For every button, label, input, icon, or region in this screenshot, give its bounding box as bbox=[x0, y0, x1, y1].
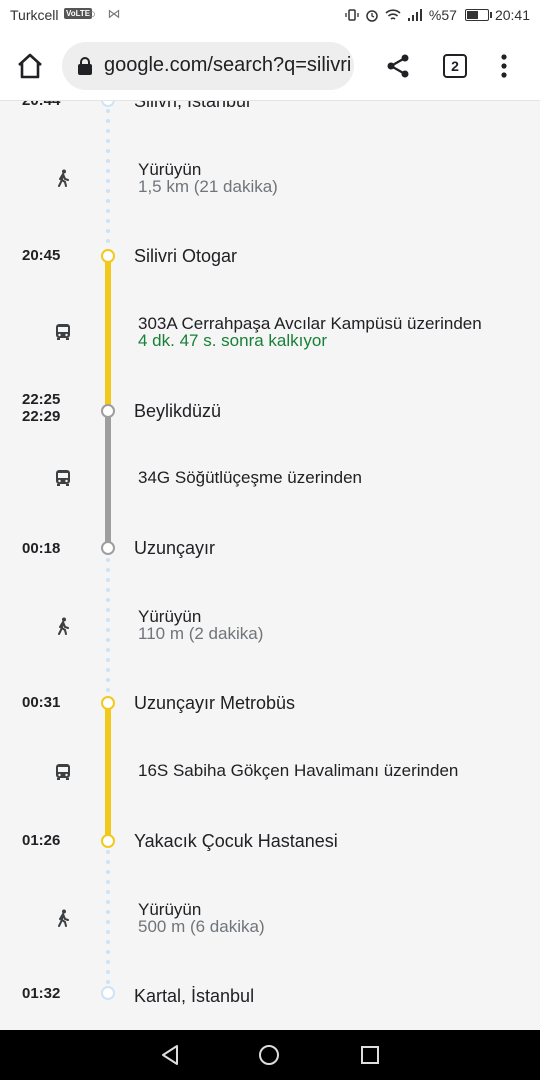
status-right: %57 20:41 bbox=[345, 7, 530, 23]
stop-2-depart-time: 22:29 bbox=[22, 408, 61, 425]
stop-5-place[interactable]: Yakacık Çocuk Hastanesi bbox=[134, 831, 338, 852]
bus-line-34g bbox=[105, 414, 111, 550]
status-bar: Turkcell VoLTE ○ ⋈ %57 20:41 bbox=[0, 0, 540, 32]
stop-5-node bbox=[101, 834, 115, 848]
notification-icons: ○ ⋈ bbox=[88, 6, 125, 21]
bus-line-16s bbox=[105, 706, 111, 840]
stop-1-place[interactable]: Silivri Otogar bbox=[134, 246, 237, 267]
walk-2-detail: 110 m (2 dakika) bbox=[138, 624, 264, 643]
bus-icon bbox=[56, 470, 70, 486]
stop-4-node bbox=[101, 696, 115, 710]
battery-percent: %57 bbox=[428, 7, 457, 23]
end-time: 01:32 bbox=[22, 985, 61, 1002]
end-place[interactable]: Kartal, İstanbul bbox=[134, 986, 254, 1007]
battery-icon bbox=[464, 9, 492, 21]
bus-3-title[interactable]: 16S Sabiha Gökçen Havalimanı üzerinden bbox=[138, 761, 458, 781]
home-nav-icon[interactable] bbox=[258, 1044, 280, 1066]
walk-icon bbox=[58, 617, 69, 635]
walk-1-detail: 1,5 km (21 dakika) bbox=[138, 177, 278, 196]
bus-2-title[interactable]: 34G Söğütlüçeşme üzerinden bbox=[138, 468, 362, 488]
stop-3-time: 00:18 bbox=[22, 540, 61, 557]
status-time: 20:41 bbox=[494, 7, 530, 23]
walk-icon bbox=[58, 909, 69, 927]
route-steps: 20:44 Silivri, İstanbul Yürüyün 1,5 km (… bbox=[0, 101, 540, 1030]
stop-1-node bbox=[101, 249, 115, 263]
start-node bbox=[101, 101, 115, 107]
browser-toolbar: google.com/search?q=silivri 2 bbox=[0, 32, 540, 101]
tab-switcher-button[interactable]: 2 bbox=[443, 54, 467, 78]
walk-3-detail: 500 m (6 dakika) bbox=[138, 917, 265, 936]
bus-icon bbox=[56, 764, 70, 780]
stop-4-place[interactable]: Uzunçayır Metrobüs bbox=[134, 693, 295, 714]
walk-path-2 bbox=[106, 555, 110, 699]
share-icon[interactable] bbox=[384, 52, 412, 80]
start-time: 20:44 bbox=[22, 101, 60, 109]
system-nav-bar bbox=[0, 1030, 540, 1080]
stop-2-node bbox=[101, 404, 115, 418]
wifi-icon bbox=[385, 9, 401, 20]
bus-icon bbox=[56, 324, 70, 340]
walk-path-3 bbox=[106, 847, 110, 989]
stop-1-time: 20:45 bbox=[22, 247, 61, 264]
stop-4-time: 00:31 bbox=[22, 694, 61, 711]
vibrate-icon bbox=[345, 9, 359, 21]
alarm-icon bbox=[366, 10, 378, 22]
stop-2-place[interactable]: Beylikdüzü bbox=[134, 401, 221, 422]
walk-path-1 bbox=[106, 106, 110, 253]
address-bar[interactable]: google.com/search?q=silivri bbox=[62, 42, 354, 90]
carrier-name: Turkcell bbox=[10, 7, 59, 23]
signal-icon bbox=[407, 9, 422, 21]
bus-1-departure: 4 dk. 47 s. sonra kalkıyor bbox=[138, 331, 327, 350]
end-node bbox=[101, 986, 115, 1000]
bus-line-303a bbox=[105, 259, 111, 409]
lock-icon bbox=[78, 57, 92, 75]
back-icon[interactable] bbox=[159, 1044, 181, 1066]
stop-5-time: 01:26 bbox=[22, 832, 61, 849]
walk-icon bbox=[58, 169, 69, 187]
stop-3-node bbox=[101, 541, 115, 555]
url-text: google.com/search?q=silivri bbox=[104, 54, 352, 76]
stop-3-place[interactable]: Uzunçayır bbox=[134, 538, 215, 559]
start-place: Silivri, İstanbul bbox=[134, 101, 251, 111]
recent-apps-icon[interactable] bbox=[360, 1045, 380, 1065]
home-icon[interactable] bbox=[14, 50, 46, 82]
more-options-icon[interactable] bbox=[496, 52, 512, 80]
stop-2-arrive-time: 22:25 bbox=[22, 391, 61, 408]
